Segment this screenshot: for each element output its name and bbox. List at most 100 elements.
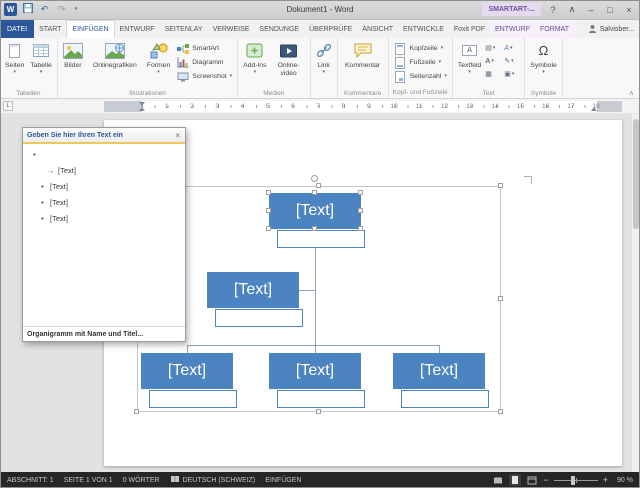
selection-handle[interactable] <box>316 409 321 414</box>
close-button[interactable]: × <box>622 5 636 15</box>
onlinegrafiken-button[interactable]: Onlinegrafiken <box>87 39 143 89</box>
section-indicator[interactable]: ABSCHNITT: 1 <box>7 477 54 484</box>
tab-ansicht[interactable]: ANSICHT <box>357 20 398 38</box>
org-sub-box[interactable] <box>277 230 365 248</box>
first-line-indent-marker[interactable] <box>139 102 145 106</box>
org-sub-box[interactable] <box>401 390 489 408</box>
wordart-button[interactable]: A▾ <box>504 42 521 54</box>
seiten-button[interactable]: Seiten▾ <box>3 39 26 89</box>
shape-handle[interactable] <box>358 226 363 231</box>
quick-parts-button[interactable]: ▤▾ <box>485 42 502 54</box>
tab-foxit-pdf[interactable]: Foxit PDF <box>449 20 490 38</box>
tab-stop-selector[interactable]: L <box>3 101 13 111</box>
page-indicator[interactable]: SEITE 1 VON 1 <box>64 477 113 484</box>
org-sub-box[interactable] <box>149 390 237 408</box>
tab-entwicklertools[interactable]: ENTWICKLE <box>398 20 449 38</box>
text-pane-item[interactable]: •[Text] <box>23 178 185 194</box>
org-node-child-2[interactable]: [Text] <box>269 353 361 389</box>
tab-seitenlayout[interactable]: SEITENLAY <box>160 20 208 38</box>
language-indicator[interactable]: DEUTSCH (SCHWEIZ) <box>170 475 256 485</box>
signature-line-button[interactable]: ✎▾ <box>504 55 521 67</box>
tab-smartart-entwurf[interactable]: ENTWURF <box>490 20 535 38</box>
word-count[interactable]: 0 WÖRTER <box>123 477 160 484</box>
tab-smartart-format[interactable]: FORMAT <box>535 20 574 38</box>
web-layout-button[interactable] <box>526 474 538 486</box>
zoom-in-button[interactable]: + <box>603 476 608 485</box>
smartart-text-pane[interactable]: Geben Sie hier Ihren Text ein × • →[Text… <box>22 127 186 342</box>
shape-handle[interactable] <box>358 190 363 195</box>
tab-ueberpruefen[interactable]: ÜBERPRÜFE <box>304 20 357 38</box>
text-pane-item[interactable]: •[Text] <box>23 210 185 226</box>
vertical-scrollbar[interactable] <box>631 114 640 472</box>
qat-more-icon[interactable]: ▾ <box>72 3 80 16</box>
date-time-button[interactable]: ▦ <box>485 68 502 80</box>
save-icon[interactable] <box>21 3 34 17</box>
shape-handle[interactable] <box>266 190 271 195</box>
tab-entwurf[interactable]: ENTWURF <box>115 20 160 38</box>
formen-button[interactable]: Formen▾ <box>145 39 172 89</box>
tab-start[interactable]: START <box>34 20 66 38</box>
shape-handle[interactable] <box>266 226 271 231</box>
org-node-child-3[interactable]: [Text] <box>393 353 485 389</box>
right-indent-marker[interactable] <box>591 107 597 111</box>
selection-handle[interactable] <box>498 409 503 414</box>
onlinevideo-button[interactable]: Online-video <box>271 39 307 89</box>
tabelle-button[interactable]: Tabelle▾ <box>28 39 54 89</box>
diagramm-button[interactable]: Diagramm <box>174 56 234 69</box>
scrollbar-thumb[interactable] <box>633 119 639 229</box>
fusszeile-button[interactable]: Fußzeile▾ <box>392 56 449 69</box>
account-button[interactable]: Salvisber... <box>582 20 640 38</box>
ribbon-display-options-button[interactable]: ∧ <box>565 4 579 15</box>
org-sub-box[interactable] <box>215 309 303 327</box>
selection-handle[interactable] <box>498 183 503 188</box>
tab-verweise[interactable]: VERWEISE <box>208 20 255 38</box>
seitenzahl-button[interactable]: Seitenzahl▾ <box>392 70 449 83</box>
tab-einfuegen[interactable]: EINFÜGEN <box>66 20 114 38</box>
org-node-top[interactable]: [Text] <box>269 193 361 229</box>
print-layout-button[interactable] <box>509 474 521 486</box>
zoom-level[interactable]: 90 % <box>613 477 633 484</box>
restore-button[interactable]: □ <box>603 5 617 15</box>
shape-handle[interactable] <box>266 208 271 213</box>
zoom-slider[interactable] <box>554 480 598 481</box>
addins-button[interactable]: Add-Ins▾ <box>241 39 268 89</box>
shape-handle[interactable] <box>312 190 317 195</box>
help-button[interactable]: ? <box>546 5 560 15</box>
shape-handle[interactable] <box>358 208 363 213</box>
org-node-child-1[interactable]: [Text] <box>141 353 233 389</box>
zoom-out-button[interactable]: − <box>543 476 548 485</box>
screenshot-button[interactable]: Screenshot▾ <box>174 70 234 83</box>
smartart-button[interactable]: SmartArt <box>174 42 234 55</box>
kommentar-button[interactable]: Kommentar <box>341 39 385 89</box>
selection-handle[interactable] <box>498 296 503 301</box>
redo-icon[interactable]: ↷ <box>55 3 68 16</box>
undo-icon[interactable]: ↶ <box>38 3 51 16</box>
text-pane-item[interactable]: • <box>23 146 185 162</box>
selection-handle[interactable] <box>316 183 321 188</box>
tab-sendungen[interactable]: SENDUNGE <box>254 20 304 38</box>
org-node-assistant[interactable]: [Text] <box>207 272 299 308</box>
link-button[interactable]: Link▾ <box>314 39 334 89</box>
shape-handle[interactable] <box>312 226 317 231</box>
tab-datei[interactable]: DATEI <box>0 20 34 38</box>
selection-handle[interactable] <box>134 409 139 414</box>
bilder-button[interactable]: Bilder <box>61 39 85 89</box>
textfeld-button[interactable]: A Textfeld▾ <box>456 39 483 89</box>
text-pane-close-icon[interactable]: × <box>174 131 181 140</box>
drop-cap-button[interactable]: A▾ <box>485 55 502 67</box>
org-sub-box[interactable] <box>277 390 365 408</box>
zoom-slider-thumb[interactable] <box>571 476 575 485</box>
read-mode-button[interactable] <box>492 474 504 486</box>
hanging-indent-marker[interactable] <box>139 107 145 111</box>
object-button[interactable]: ▣▾ <box>504 68 521 80</box>
text-boundary-corner-mark <box>524 176 532 184</box>
insert-mode-indicator[interactable]: EINFÜGEN <box>265 477 301 484</box>
symbole-button[interactable]: Ω Symbole▾ <box>528 39 558 89</box>
kopfzeile-button[interactable]: Kopfzeile▾ <box>392 42 449 55</box>
text-pane-item[interactable]: •[Text] <box>23 194 185 210</box>
text-pane-item[interactable]: →[Text] <box>23 162 185 178</box>
horizontal-ruler[interactable]: 123456789101112131415161718 <box>104 101 622 112</box>
collapse-ribbon-icon[interactable]: ∧ <box>629 89 634 97</box>
minimize-button[interactable]: – <box>584 5 598 15</box>
rotate-handle[interactable] <box>311 175 318 182</box>
